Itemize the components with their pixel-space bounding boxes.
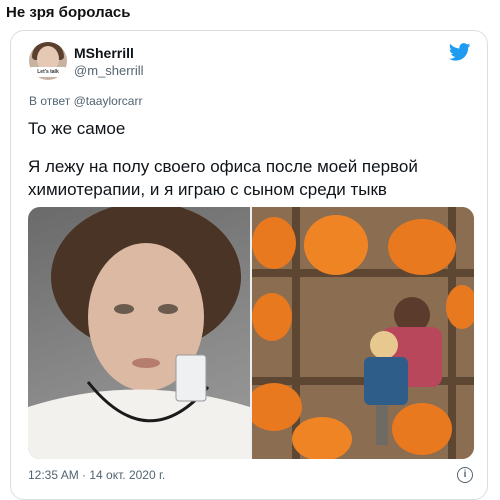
tweet-text-line1: То же самое <box>28 119 126 138</box>
tweet-text-body: Я лежу на полу своего офиса после моей п… <box>28 157 418 199</box>
author-handle[interactable]: @m_sherrill <box>74 63 144 78</box>
timestamp[interactable]: 12:35 AM · 14 окт. 2020 г. <box>28 468 165 482</box>
photo-pumpkin-patch[interactable] <box>246 207 474 459</box>
tweet-card[interactable]: Let's talk MSherrill @m_sherrill В ответ… <box>10 30 488 500</box>
page-title: Не зря боролась <box>6 4 131 21</box>
avatar-sign-text: Let's talk <box>30 67 66 77</box>
reply-to-link[interactable]: @taaylorcarr <box>74 94 143 108</box>
reply-prefix: В ответ <box>29 94 71 108</box>
avatar[interactable]: Let's talk <box>29 42 67 80</box>
twitter-bird-icon[interactable] <box>449 43 471 61</box>
tweet-media[interactable] <box>28 207 474 459</box>
info-icon[interactable]: i <box>457 467 473 483</box>
author-name[interactable]: MSherrill <box>74 45 134 61</box>
reply-context: В ответ @taaylorcarr <box>29 94 142 108</box>
photo-woman-on-floor[interactable] <box>28 207 250 459</box>
